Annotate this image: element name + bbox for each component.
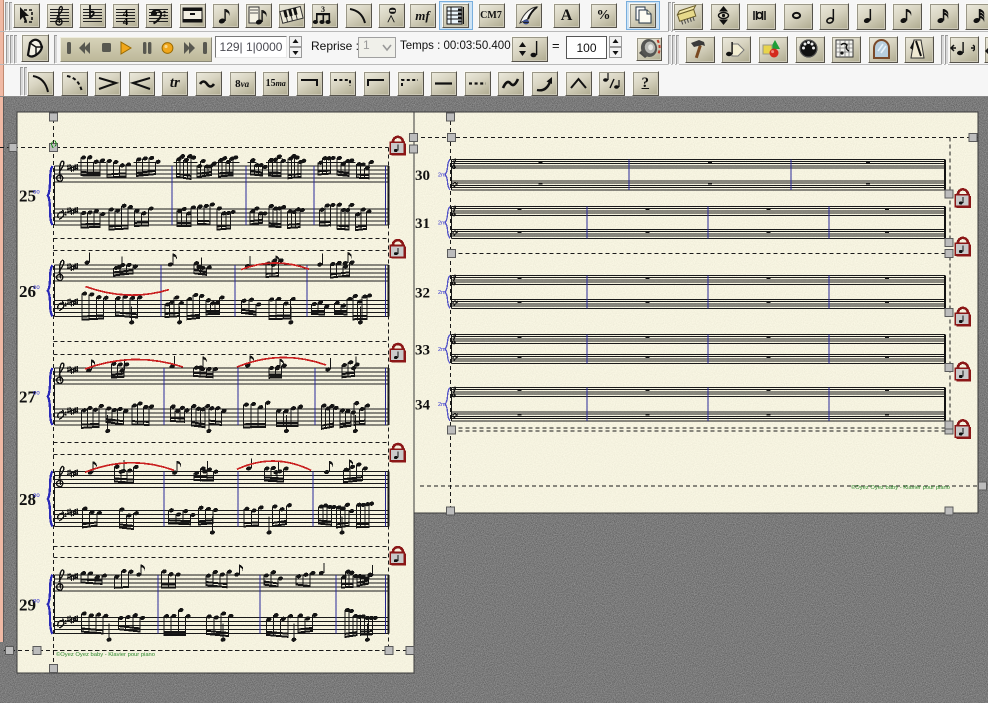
svg-text:2m: 2m (438, 173, 446, 179)
svg-text:3: 3 (321, 5, 325, 14)
svg-text:oo: oo (33, 598, 40, 604)
svg-text:4: 4 (123, 16, 129, 27)
svg-text:32: 32 (415, 285, 430, 301)
svg-text:34: 34 (415, 398, 431, 414)
svg-text:30: 30 (415, 168, 430, 184)
svg-text:oo: oo (33, 493, 40, 499)
svg-text:2m: 2m (438, 402, 446, 408)
svg-text:oo: oo (33, 285, 40, 291)
svg-text:oo: oo (33, 391, 40, 397)
svg-text:2m: 2m (438, 290, 446, 296)
svg-text:2m: 2m (438, 220, 446, 226)
svg-text:oo: oo (33, 190, 40, 196)
svg-text:>o: >o (384, 7, 400, 23)
svg-text:31: 31 (415, 216, 430, 232)
svg-text:©Oyez Oyez baby - Klavier pour: ©Oyez Oyez baby - Klavier pour piano (851, 484, 950, 491)
svg-text:33: 33 (415, 342, 430, 358)
svg-text:©Oyez Oyez baby - Klavier pour: ©Oyez Oyez baby - Klavier pour piano (56, 651, 155, 658)
svg-text:2m: 2m (438, 347, 446, 353)
